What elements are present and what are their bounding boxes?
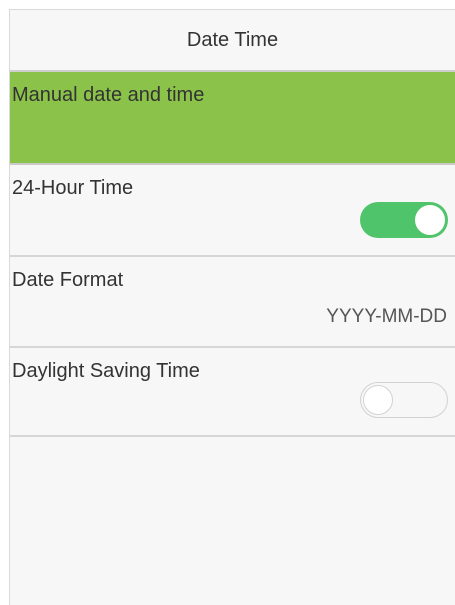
toggle-knob <box>415 205 445 235</box>
dst-label: Daylight Saving Time <box>12 360 200 382</box>
date-format-item[interactable]: Date Format YYYY-MM-DD <box>10 257 455 348</box>
settings-screen: Date Time Manual date and time 24-Hour T… <box>9 9 455 605</box>
dst-item[interactable]: Daylight Saving Time <box>10 348 455 437</box>
hour24-label: 24-Hour Time <box>12 177 134 199</box>
manual-date-time-item[interactable]: Manual date and time <box>10 72 455 165</box>
date-format-label: Date Format <box>12 269 124 291</box>
hour24-toggle[interactable] <box>360 202 448 238</box>
page-title: Date Time <box>10 10 455 72</box>
manual-date-time-label: Manual date and time <box>12 84 205 106</box>
dst-toggle[interactable] <box>360 382 448 418</box>
hour24-item[interactable]: 24-Hour Time <box>10 165 455 257</box>
toggle-knob <box>363 385 393 415</box>
date-format-value: YYYY-MM-DD <box>326 306 447 327</box>
